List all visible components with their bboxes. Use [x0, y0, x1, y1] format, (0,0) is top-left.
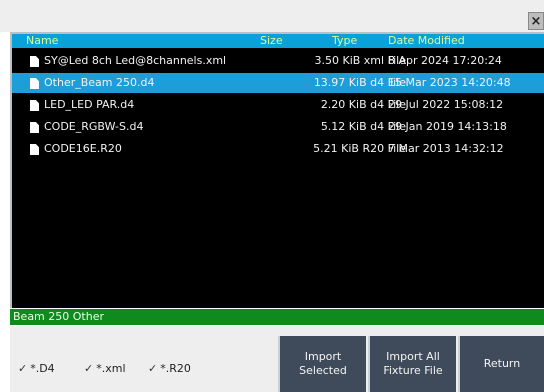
- column-date-header[interactable]: Date Modified: [388, 34, 465, 48]
- return-button[interactable]: Return: [458, 336, 544, 392]
- column-name-header[interactable]: Name: [26, 34, 58, 48]
- checkmark-icon: ✓: [148, 361, 158, 375]
- file-icon: [30, 100, 39, 111]
- file-list: Name Size Type Date Modified SY@Led 8ch …: [10, 32, 544, 308]
- file-date: 29 Jan 2019 14:13:18: [388, 120, 507, 133]
- column-size-header[interactable]: Size: [260, 34, 283, 48]
- file-name: CODE_RGBW-S.d4: [44, 120, 144, 133]
- filter-d4-checkbox[interactable]: ✓ *.D4: [18, 360, 55, 376]
- file-row-1[interactable]: Other_Beam 250.d4 13.97 KiB d4 File 15 M…: [12, 73, 544, 93]
- file-icon: [30, 78, 39, 89]
- file-row-4[interactable]: CODE16E.R20 5.21 KiB R20 File 7 Mar 2013…: [12, 139, 544, 159]
- file-icon: [30, 56, 39, 67]
- bottom-toolbar: ✓ *.D4 ✓ *.xml ✓ *.R20 Import Selected I…: [10, 326, 544, 392]
- column-type-header[interactable]: Type: [332, 34, 357, 48]
- file-row-0[interactable]: SY@Led 8ch Led@8channels.xml 3.50 KiB xm…: [12, 51, 544, 71]
- selected-fixture-status: Beam 250 Other: [10, 309, 544, 325]
- title-bar: ×: [0, 0, 544, 32]
- file-row-3[interactable]: CODE_RGBW-S.d4 5.12 KiB d4 File 29 Jan 2…: [12, 117, 544, 137]
- close-button[interactable]: ×: [528, 12, 544, 30]
- file-date: 7 Mar 2013 14:32:12: [388, 142, 504, 155]
- file-list-header: Name Size Type Date Modified: [12, 34, 544, 48]
- file-name: Other_Beam 250.d4: [44, 76, 155, 89]
- file-name: SY@Led 8ch Led@8channels.xml: [44, 54, 227, 67]
- file-date: 8 Apr 2024 17:20:24: [388, 54, 502, 67]
- file-icon: [30, 144, 39, 155]
- checkmark-icon: ✓: [18, 361, 28, 375]
- file-name: CODE16E.R20: [44, 142, 122, 155]
- filter-label: *.xml: [96, 361, 126, 375]
- file-name: LED_LED PAR.d4: [44, 98, 135, 111]
- import-selected-button[interactable]: Import Selected: [278, 336, 366, 392]
- filter-r20-checkbox[interactable]: ✓ *.R20: [148, 360, 191, 376]
- file-icon: [30, 122, 39, 133]
- filter-label: *.R20: [160, 361, 191, 375]
- file-date: 15 Mar 2023 14:20:48: [388, 76, 511, 89]
- import-all-button[interactable]: Import All Fixture File: [368, 336, 456, 392]
- filter-label: *.D4: [30, 361, 55, 375]
- checkmark-icon: ✓: [84, 361, 94, 375]
- filter-xml-checkbox[interactable]: ✓ *.xml: [84, 360, 126, 376]
- file-row-2[interactable]: LED_LED PAR.d4 2.20 KiB d4 File 29 Jul 2…: [12, 95, 544, 115]
- file-date: 29 Jul 2022 15:08:12: [388, 98, 504, 111]
